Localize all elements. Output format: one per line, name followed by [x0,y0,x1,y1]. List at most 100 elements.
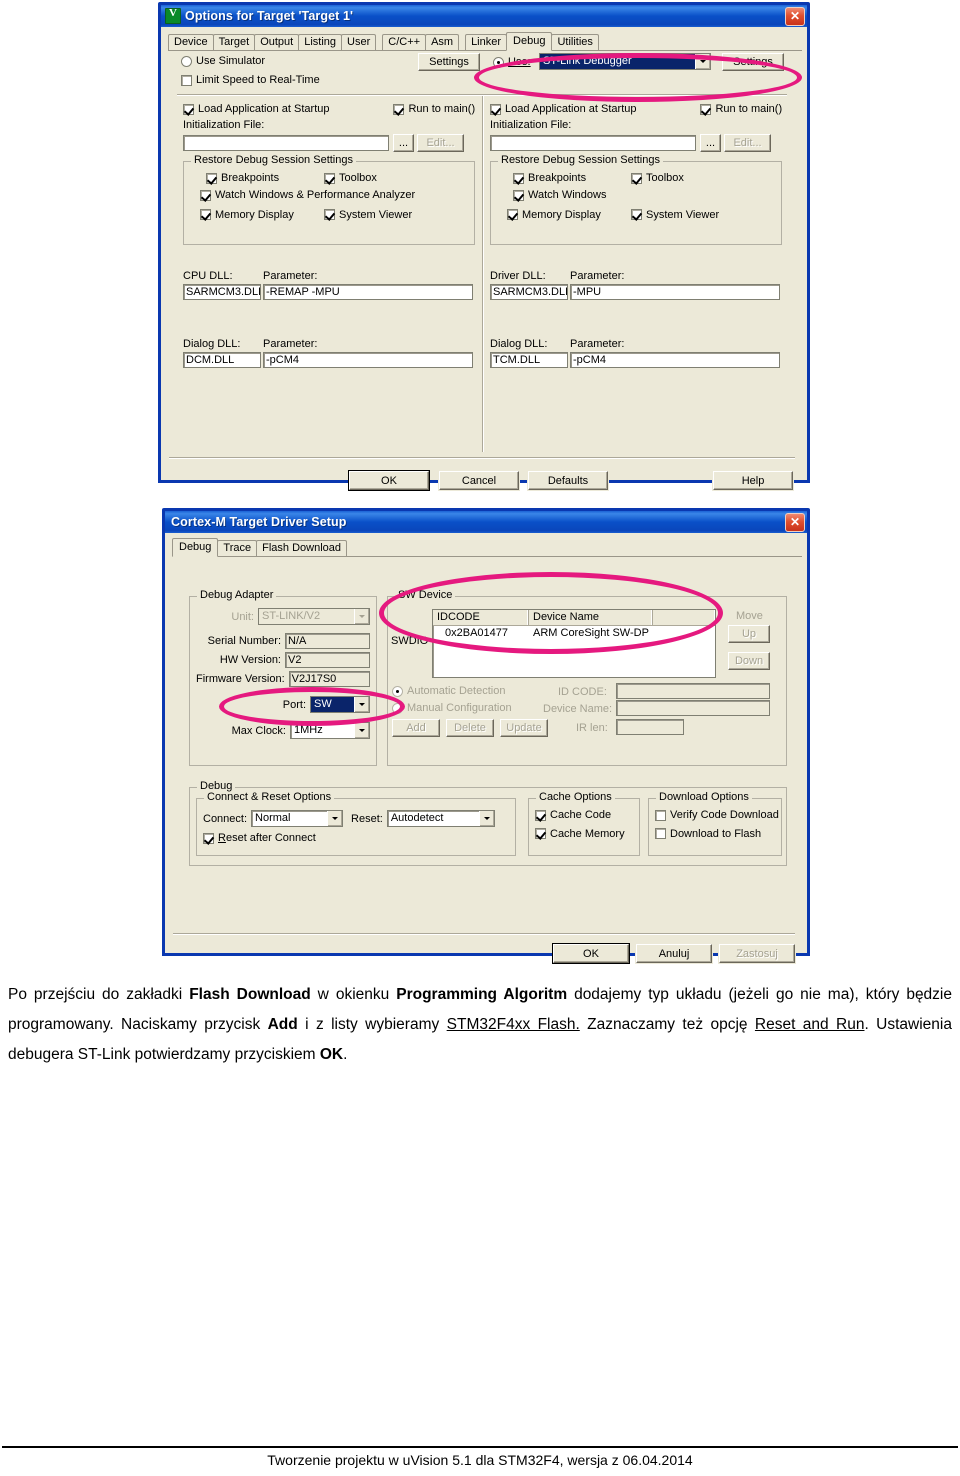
left-breakpoints-checkbox[interactable]: Breakpoints [206,172,324,184]
defaults-button[interactable]: Defaults [528,471,608,490]
cpu-parameter-input[interactable]: -REMAP -MPU [263,284,473,300]
left-system-viewer-checkbox[interactable]: System Viewer [324,209,412,221]
connect-select[interactable]: Normal [251,810,344,827]
cancel-button-2[interactable]: Anuluj [636,944,712,963]
para-bold-ok: OK [319,1046,344,1063]
chevron-down-icon[interactable] [695,54,710,69]
simulator-settings-button[interactable]: Settings [418,53,480,71]
device-name-label: Device Name: [543,703,613,715]
help-button[interactable]: Help [713,471,793,490]
right-init-file-input[interactable] [490,135,696,151]
right-breakpoints-checkbox[interactable]: Breakpoints [513,172,631,184]
reset-after-connect-checkbox[interactable]: RReset after Connecteset after Connect [203,832,316,844]
dialog2-tabrow[interactable]: Debug Trace Flash Download [172,538,802,557]
right-browse-button[interactable]: ... [700,134,721,152]
dialog1-tabrow[interactable]: Device Target Output Listing User C/C++ … [168,32,802,51]
checkbox-icon [393,103,405,115]
chevron-down-icon[interactable] [354,697,369,712]
cancel-button[interactable]: Cancel [439,471,519,490]
tab-linker[interactable]: Linker [465,34,508,50]
debug-group: Debug Connect & Reset Options Connect: N… [189,781,787,866]
chevron-down-icon[interactable] [327,811,343,826]
debugger-select[interactable]: ST-Link Debugger [539,53,711,70]
tab-debug[interactable]: Debug [506,32,553,51]
max-clock-select-value: 1MHz [294,724,323,736]
close-icon[interactable]: ✕ [785,512,805,532]
tab-trace[interactable]: Trace [217,540,258,556]
cache-code-checkbox[interactable]: Cache Code [535,809,611,821]
swdio-label: SWDIO [391,635,429,647]
dialog1-body: Device Target Output Listing User C/C++ … [161,27,807,491]
col-extra[interactable] [653,610,715,625]
right-dialog-dll-input[interactable]: TCM.DLL [490,352,568,368]
right-watch-windows-checkbox[interactable]: Watch Windows [513,189,606,201]
column-separator [482,96,484,452]
use-simulator-row[interactable]: Use Simulator [181,55,265,70]
left-run-to-main-checkbox[interactable]: Run to main() [393,103,475,115]
dialog2-titlebar[interactable]: Cortex-M Target Driver Setup ✕ [165,511,807,533]
sw-device-list[interactable]: IDCODE Device Name 0x2BA01477 ARM CoreSi… [432,609,716,678]
left-memory-display-checkbox[interactable]: Memory Display [200,209,324,221]
driver-dll-input[interactable]: SARMCM3.DLL [490,284,568,300]
cache-memory-checkbox[interactable]: Cache Memory [535,828,625,840]
right-toolbox-checkbox[interactable]: Toolbox [631,172,684,184]
reset-select[interactable]: Autodetect [386,810,495,827]
download-to-flash-checkbox[interactable]: Download to Flash [655,828,761,840]
tab-user[interactable]: User [341,34,377,50]
tab-asm[interactable]: Asm [425,34,460,50]
tab-flash-download[interactable]: Flash Download [256,540,348,556]
use-target-radio[interactable]: Use: [493,56,531,68]
port-select[interactable]: SW [310,696,370,713]
cpu-dll-input[interactable]: SARMCM3.DLL [183,284,261,300]
chevron-down-icon[interactable] [478,811,494,826]
close-icon[interactable]: ✕ [785,6,805,26]
max-clock-label: Max Clock: [231,724,286,737]
left-toolbox-checkbox[interactable]: Toolbox [324,172,377,184]
move-label: Move [736,610,763,622]
left-load-app-checkbox[interactable]: Load Application at Startup [183,103,329,115]
max-clock-select[interactable]: 1MHz [290,722,370,739]
footer-text: Tworzenie projektu w uVision 5.1 dla STM… [267,1452,693,1468]
right-dialog-parameter-input[interactable]: -pCM4 [570,352,780,368]
cortex-m-target-driver-setup-dialog[interactable]: Cortex-M Target Driver Setup ✕ Debug Tra… [162,508,810,963]
right-system-viewer-label: System Viewer [646,208,720,221]
use-simulator-radio[interactable]: Use Simulator [181,55,265,67]
right-memory-display-checkbox[interactable]: Memory Display [507,209,631,221]
col-device-name[interactable]: Device Name [529,610,653,625]
options-for-target-dialog[interactable]: Options for Target 'Target 1' ✕ Device T… [158,2,810,490]
verify-code-download-checkbox[interactable]: Verify Code Download [655,809,779,821]
tab-device[interactable]: Device [168,34,214,50]
left-run-to-main-label: Run to main() [408,103,476,115]
right-run-to-main-checkbox[interactable]: Run to main() [700,103,782,115]
ok-button[interactable]: OK [349,471,429,490]
tab-listing[interactable]: Listing [298,34,343,50]
right-breakpoints-label: Breakpoints [528,172,587,184]
add-button: Add [392,719,440,737]
col-idcode[interactable]: IDCODE [433,610,529,625]
debugger-settings-button[interactable]: Settings [722,53,784,71]
right-load-app-checkbox[interactable]: Load Application at Startup [490,103,636,115]
dialog1-titlebar[interactable]: Options for Target 'Target 1' ✕ [161,5,807,27]
chevron-down-icon[interactable] [354,723,369,738]
right-system-viewer-checkbox[interactable]: System Viewer [631,209,719,221]
cell-idcode: 0x2BA01477 [445,627,508,639]
ok-button-2[interactable]: OK [553,944,629,963]
left-browse-button[interactable]: ... [393,134,414,152]
left-watch-windows-checkbox[interactable]: Watch Windows & Performance Analyzer [200,189,415,201]
tab-cpp[interactable]: C/C++ [382,34,427,50]
tab-output[interactable]: Output [254,34,300,50]
tab-debug-2[interactable]: Debug [172,538,219,557]
tab-utilities[interactable]: Utilities [551,34,599,50]
reset-select-value: Autodetect [390,812,444,824]
para-bold-flash-download: Flash Download [189,986,311,1003]
table-row[interactable]: 0x2BA01477 ARM CoreSight SW-DP [433,626,715,640]
tab-target[interactable]: Target [212,34,256,50]
driver-parameter-input[interactable]: -MPU [570,284,780,300]
checkbox-icon [655,828,666,839]
limit-speed-checkbox[interactable]: Limit Speed to Real-Time [181,74,320,86]
limit-speed-row[interactable]: Limit Speed to Real-Time [181,74,320,89]
left-init-file-input[interactable] [183,135,389,151]
left-dialog-dll-input[interactable]: DCM.DLL [183,352,261,368]
checkbox-icon [535,809,546,821]
left-dialog-parameter-input[interactable]: -pCM4 [263,352,473,368]
